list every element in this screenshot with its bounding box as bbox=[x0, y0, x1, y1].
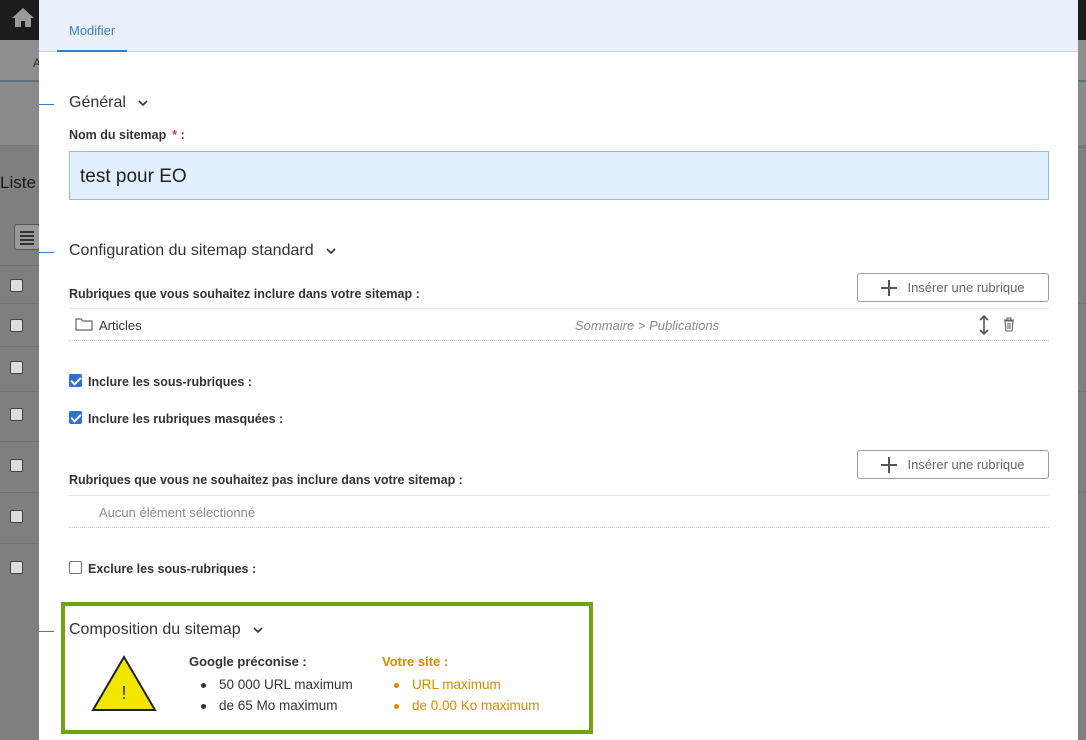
app-table-divider bbox=[0, 441, 40, 442]
label-colon: : bbox=[177, 128, 185, 142]
list-item: de 0.00 Ko maximum bbox=[394, 695, 540, 716]
section-marker bbox=[39, 104, 54, 105]
plus-icon bbox=[881, 456, 898, 473]
section-marker bbox=[39, 631, 54, 632]
app-row-checkbox[interactable] bbox=[10, 459, 23, 472]
exclude-subsections-checkbox[interactable] bbox=[69, 561, 82, 574]
list-item: de 65 Mo maximum bbox=[201, 695, 353, 716]
sitemap-name-field[interactable]: test pour EO bbox=[69, 151, 1049, 200]
include-subsections-label: Inclure les sous-rubriques : bbox=[88, 375, 252, 389]
section-general-header[interactable]: Général bbox=[69, 94, 148, 112]
app-table-divider bbox=[1078, 391, 1086, 392]
insert-button-label: Insérer une rubrique bbox=[907, 457, 1025, 472]
section-config-title: Configuration du sitemap standard bbox=[69, 242, 314, 259]
include-sections-label: Rubriques que vous souhaitez inclure dan… bbox=[69, 287, 420, 301]
app-table-divider bbox=[0, 265, 40, 266]
insert-exclude-section-button[interactable]: Insérer une rubrique bbox=[857, 450, 1049, 479]
include-subsections-checkbox[interactable] bbox=[69, 374, 82, 387]
included-item-label: Articles bbox=[99, 318, 142, 333]
chevron-down-icon[interactable] bbox=[253, 625, 263, 635]
app-row-checkbox[interactable] bbox=[10, 561, 23, 574]
include-hidden-checkbox[interactable] bbox=[69, 411, 82, 424]
list-item bbox=[69, 308, 1049, 341]
edit-sitemap-modal: Modifier Général Nom du sitemap * : test … bbox=[39, 0, 1078, 740]
insert-button-label: Insérer une rubrique bbox=[907, 280, 1025, 295]
folder-icon bbox=[75, 318, 93, 331]
app-list-title: Liste bbox=[0, 173, 36, 192]
warning-symbol: ! bbox=[121, 683, 126, 703]
list-view-icon[interactable] bbox=[14, 224, 40, 250]
app-table-divider bbox=[0, 543, 40, 544]
section-general-title: Général bbox=[69, 94, 126, 111]
include-hidden-label: Inclure les rubriques masquées : bbox=[88, 412, 284, 426]
sitemap-name-label: Nom du sitemap * : bbox=[69, 128, 185, 142]
google-recommendation-list: 50 000 URL maximum de 65 Mo maximum bbox=[201, 674, 353, 716]
app-table-divider bbox=[1078, 303, 1086, 304]
app-select-all-checkbox[interactable] bbox=[10, 279, 23, 292]
app-row-checkbox[interactable] bbox=[10, 408, 23, 421]
home-icon[interactable] bbox=[10, 6, 36, 28]
section-composition-title: Composition du sitemap bbox=[69, 621, 241, 638]
app-table-divider bbox=[0, 492, 40, 493]
reorder-arrows-icon[interactable] bbox=[979, 315, 989, 335]
app-row-checkbox[interactable] bbox=[10, 319, 23, 332]
insert-include-section-button[interactable]: Insérer une rubrique bbox=[857, 273, 1049, 302]
included-item-path: Sommaire > Publications bbox=[575, 318, 720, 333]
app-row-checkbox[interactable] bbox=[10, 510, 23, 523]
app-table-divider bbox=[0, 391, 40, 392]
exclude-sections-label: Rubriques que vous ne souhaitez pas incl… bbox=[69, 473, 463, 487]
site-stats-title: Votre site : bbox=[382, 654, 449, 669]
section-composition-header[interactable]: Composition du sitemap bbox=[69, 621, 263, 639]
app-table-divider bbox=[0, 346, 40, 347]
app-table-divider bbox=[0, 303, 40, 304]
site-stats-list: URL maximum de 0.00 Ko maximum bbox=[394, 674, 540, 716]
app-table-divider bbox=[1078, 492, 1086, 493]
app-row-checkbox[interactable] bbox=[10, 361, 23, 374]
section-marker bbox=[39, 252, 54, 253]
tab-modifier[interactable]: Modifier bbox=[57, 0, 128, 52]
list-item: 50 000 URL maximum bbox=[201, 674, 353, 695]
warning-icon: ! bbox=[91, 655, 157, 711]
plus-icon bbox=[881, 279, 898, 296]
app-table-divider bbox=[1078, 147, 1086, 148]
section-config-header[interactable]: Configuration du sitemap standard bbox=[69, 242, 336, 260]
chevron-down-icon[interactable] bbox=[138, 98, 148, 108]
exclude-subsections-label: Exclure les sous-rubriques : bbox=[88, 562, 257, 576]
chevron-down-icon[interactable] bbox=[326, 246, 336, 256]
modal-header: Modifier bbox=[39, 0, 1078, 52]
sitemap-name-label-text: Nom du sitemap bbox=[69, 128, 167, 142]
empty-state-text: Aucun élément sélectionné bbox=[99, 505, 256, 520]
google-recommendation-title: Google préconise : bbox=[189, 654, 307, 669]
trash-icon[interactable] bbox=[1003, 317, 1015, 332]
list-item: URL maximum bbox=[394, 674, 540, 695]
